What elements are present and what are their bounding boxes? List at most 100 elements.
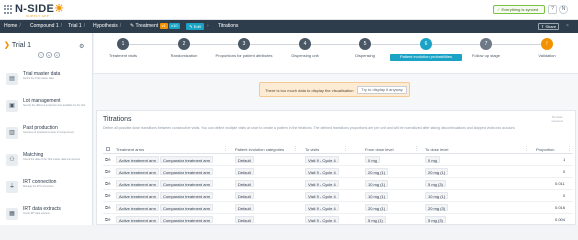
edit-icon[interactable]: e — [46, 52, 52, 58]
step-label: Randomization — [170, 53, 198, 58]
brand-tagline: SUPPLY APP — [26, 14, 50, 18]
column-menu-icon[interactable]: ⋮ — [223, 146, 228, 152]
row-actions[interactable]: ⧉⊖ — [105, 205, 110, 210]
breadcrumb-trial[interactable]: Trial 1/ — [68, 20, 85, 33]
sync-status-badge: ✓ Everything is synced — [493, 5, 545, 14]
step-randomization[interactable]: 2 Randomization — [154, 38, 214, 59]
share-button[interactable]: ⇪ Share — [538, 23, 559, 30]
document-icon: ▤ — [6, 73, 18, 85]
delete-icon: ⊖ — [107, 181, 111, 186]
panel-corner-note: No data selected — [551, 115, 563, 123]
close-icon[interactable]: × — [566, 20, 569, 33]
version-badge: v10 — [169, 22, 180, 29]
sidebar-item-irt-connection[interactable]: ⏚ IRT connection Manage the IRT connecti… — [0, 174, 92, 201]
column-header[interactable]: To visits — [305, 147, 319, 152]
proportion-value[interactable]: 0 — [563, 193, 565, 198]
step-validation[interactable]: ! Validation — [517, 38, 577, 59]
pen-icon: ✎ — [130, 23, 135, 29]
column-menu-icon[interactable]: ⋮ — [524, 146, 529, 152]
arm-chip: Comparator treatment arm — [160, 204, 214, 211]
proportion-value[interactable]: 1 — [563, 157, 565, 162]
wizard-stepper: 1 Treatment visits 2 Randomization 3 Pro… — [94, 33, 578, 74]
trial-title: ❯ Trial 1 — [4, 42, 32, 49]
arm-chip: Comparator treatment arm — [160, 216, 214, 223]
row-actions[interactable]: ⧉⊖ — [105, 169, 110, 174]
table-row[interactable]: ⧉⊖ Active treatment arm Comparator treat… — [103, 154, 573, 166]
sidebar-item-past-production[interactable]: ▥ Past production Overview of production… — [0, 120, 92, 147]
table-row[interactable]: ⧉⊖ Active treatment arm Comparator treat… — [103, 166, 573, 178]
people-icon: ⚇ — [6, 154, 18, 166]
step-label: Follow up stage — [471, 53, 500, 58]
sidebar-item-trial-master-data[interactable]: ▤ Trial master data Define the Trial mas… — [0, 66, 92, 93]
from-dose-chip: 20 mg (1) — [365, 204, 389, 211]
step-done-icon: 4 — [299, 38, 311, 50]
sidebar-item-matching[interactable]: ⚇ Matching Check the data of the Trial m… — [0, 147, 92, 174]
column-header[interactable]: Patient evolution categories — [235, 147, 284, 152]
arm-chip: Active treatment arm — [116, 216, 159, 223]
step-proportions[interactable]: 3 Proportions for patient attributes — [214, 38, 274, 59]
table-row[interactable]: ⧉⊖ Active treatment arm Comparator treat… — [103, 178, 573, 190]
help-button[interactable]: ? — [548, 5, 557, 14]
breadcrumb-compound[interactable]: Compound 1/ — [30, 20, 62, 33]
column-menu-icon[interactable]: ⋮ — [567, 146, 572, 152]
breadcrumb-home[interactable]: Home / — [4, 20, 21, 33]
table-row[interactable]: ⧉⊖ Active treatment arm Comparator treat… — [103, 202, 573, 214]
titrations-panel: Titrations Define all possible dose tran… — [96, 110, 576, 226]
from-dose-chip: 5 mg (1) — [365, 216, 386, 223]
row-actions[interactable]: ⧉⊖ — [105, 157, 110, 162]
column-header[interactable]: Treatment arms — [116, 147, 144, 152]
step-follow-up[interactable]: 7 Follow up stage — [456, 38, 516, 59]
sidebar-item-irt-data-extracts[interactable]: ▦ IRT data extracts Import IRT data extr… — [0, 201, 92, 228]
column-menu-icon[interactable]: ⋮ — [293, 146, 298, 152]
user-avatar[interactable]: N — [559, 5, 568, 14]
row-actions[interactable]: ⧉⊖ — [105, 193, 110, 198]
column-menu-icon[interactable]: ⋮ — [343, 146, 348, 152]
column-header[interactable]: To dose level — [425, 147, 448, 152]
sidebar-item-desc: Manage the IRT connection — [23, 185, 54, 188]
proportion-value[interactable]: 0.004 — [555, 217, 565, 222]
breadcrumb-hypothesis[interactable]: Hypothesis / — [93, 20, 121, 33]
trial-actions: i e c — [38, 52, 60, 58]
breadcrumb-treatment[interactable]: ✎ Treatment v1 v10 — [130, 20, 180, 33]
step-label: Patient evolution probabilities — [390, 54, 462, 61]
visit-chip: Visit 9 - Cycle 4 — [305, 168, 339, 175]
copy-icon[interactable]: c — [54, 52, 60, 58]
step-label: Dispensing unit — [291, 53, 319, 58]
step-label: Treatment visits — [108, 53, 138, 58]
row-actions[interactable]: ⧉⊖ — [105, 181, 110, 186]
visit-chip: Visit 9 - Cycle 4 — [305, 180, 339, 187]
column-header[interactable]: Proportion — [536, 147, 554, 152]
column-menu-icon[interactable]: ⋮ — [414, 146, 419, 152]
proportion-value[interactable]: 0.016 — [555, 205, 565, 210]
gear-icon[interactable]: ⚙ — [79, 43, 84, 50]
panel-description: Define all possible dose transitions bet… — [103, 126, 516, 130]
sidebar-item-desc: Import IRT data extracts — [23, 212, 50, 215]
table-row[interactable]: ⧉⊖ Active treatment arm Comparator treat… — [103, 214, 573, 226]
to-dose-chip: 5 mg (3) — [425, 216, 446, 223]
column-header[interactable]: From dose level — [365, 147, 393, 152]
step-label: Dispensing — [355, 53, 375, 58]
category-chip: Default — [235, 168, 254, 175]
step-patient-evolution[interactable]: 6 Patient evolution probabilities — [390, 38, 462, 61]
app-grid-icon[interactable] — [4, 5, 13, 14]
step-dispensing-unit[interactable]: 4 Dispensing unit — [275, 38, 335, 59]
edit-button[interactable]: ✎ Edit — [186, 23, 204, 30]
sidebar: ❯ Trial 1 i e c ⚙ ▤ Trial master data Def… — [0, 33, 93, 225]
display-anyway-button[interactable]: Try to display it anyway — [357, 86, 407, 94]
select-all-checkbox[interactable] — [106, 147, 110, 151]
step-treatment-visits[interactable]: 1 Treatment visits — [93, 38, 153, 59]
step-dispensing[interactable]: 5 Dispensing — [335, 38, 395, 59]
table-row[interactable]: ⧉⊖ Active treatment arm Comparator treat… — [103, 190, 573, 202]
category-chip: Default — [235, 204, 254, 211]
sidebar-item-lot-management[interactable]: ▣ Lot management Specify the different p… — [0, 93, 92, 120]
proportion-value[interactable]: 0 — [563, 169, 565, 174]
delete-icon: ⊖ — [107, 169, 111, 174]
breadcrumb-titrations[interactable]: Titrations — [218, 20, 238, 33]
delete-icon: ⊖ — [107, 205, 111, 210]
category-chip: Default — [235, 156, 254, 163]
info-icon[interactable]: i — [38, 52, 44, 58]
row-actions[interactable]: ⧉⊖ — [105, 217, 110, 222]
proportion-value[interactable]: 0.011 — [555, 181, 565, 186]
table-icon: ▦ — [6, 208, 18, 220]
step-done-icon: 3 — [238, 38, 250, 50]
